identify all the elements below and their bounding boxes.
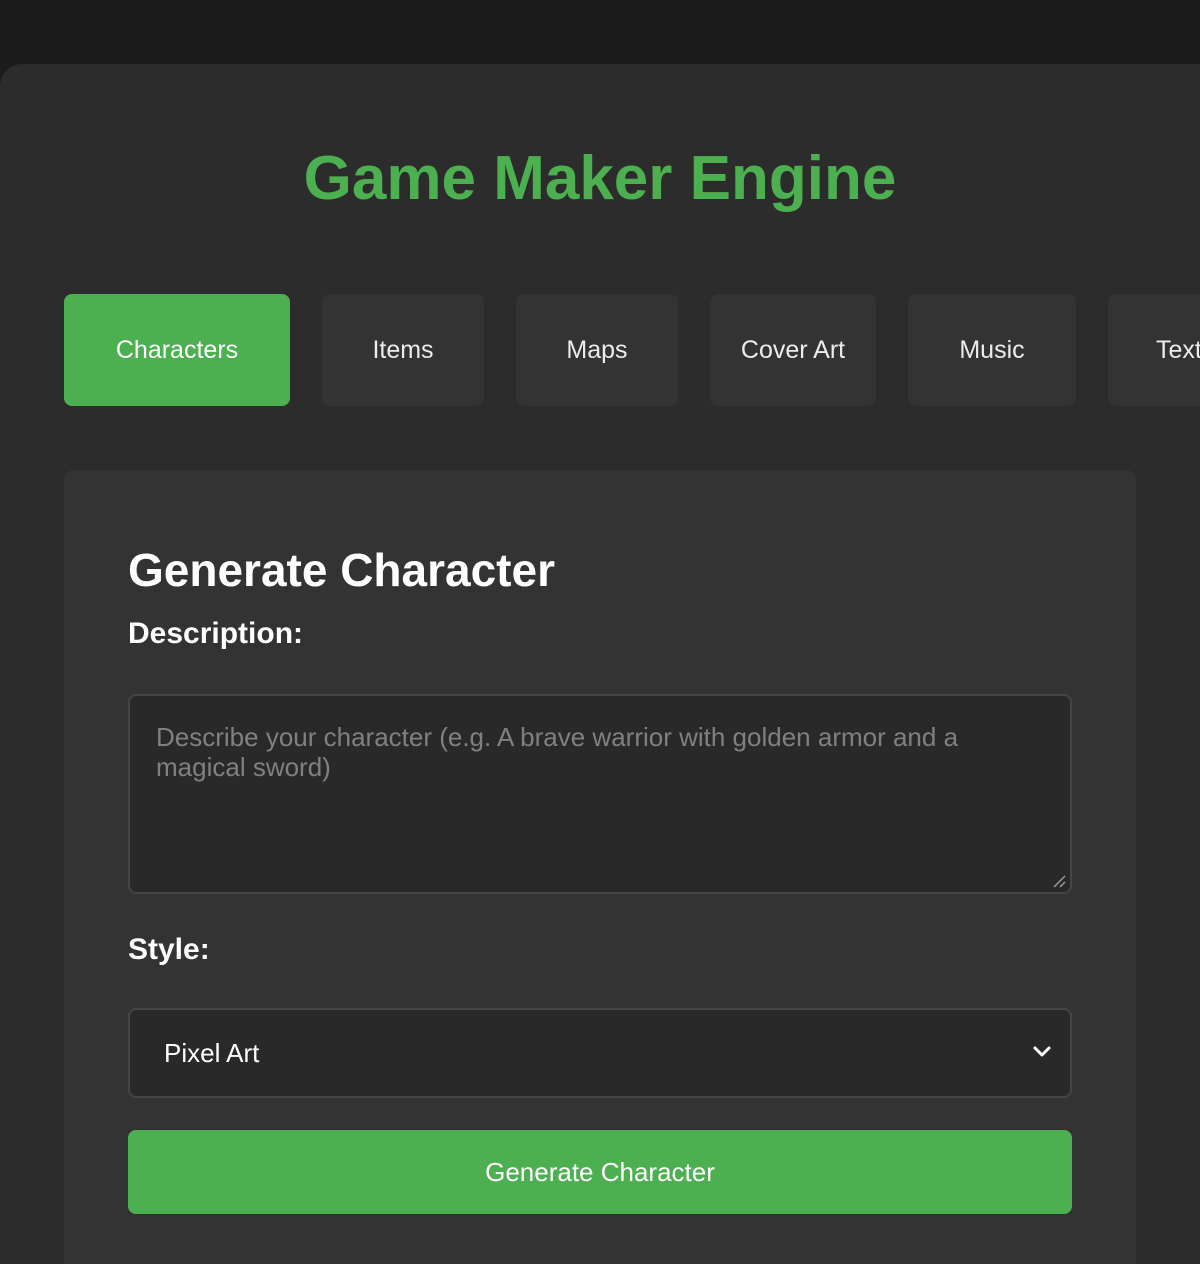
- description-input[interactable]: [128, 694, 1072, 894]
- style-selected-value: Pixel Art: [164, 1038, 260, 1068]
- resize-grip-icon[interactable]: [1052, 874, 1066, 888]
- style-select[interactable]: Pixel Art: [128, 1008, 1072, 1098]
- generate-character-button[interactable]: Generate Character: [128, 1130, 1072, 1214]
- tab-bar: Characters Items Maps Cover Art Music Te…: [64, 294, 1200, 406]
- style-label: Style:: [128, 933, 210, 966]
- tab-characters[interactable]: Characters: [64, 294, 290, 406]
- app-title: Game Maker Engine: [303, 144, 897, 213]
- tab-text[interactable]: Text: [1108, 294, 1200, 406]
- app-window: Game Maker Engine Characters Items Maps …: [0, 64, 1200, 1264]
- generate-character-panel: Generate Character Description: Style: P…: [64, 470, 1136, 1264]
- tab-music[interactable]: Music: [908, 294, 1076, 406]
- tab-items[interactable]: Items: [322, 294, 484, 406]
- panel-title: Generate Character: [128, 544, 555, 596]
- chevron-down-icon: [1033, 1046, 1051, 1057]
- description-label: Description:: [128, 617, 304, 650]
- tab-maps[interactable]: Maps: [516, 294, 678, 406]
- tab-cover-art[interactable]: Cover Art: [710, 294, 876, 406]
